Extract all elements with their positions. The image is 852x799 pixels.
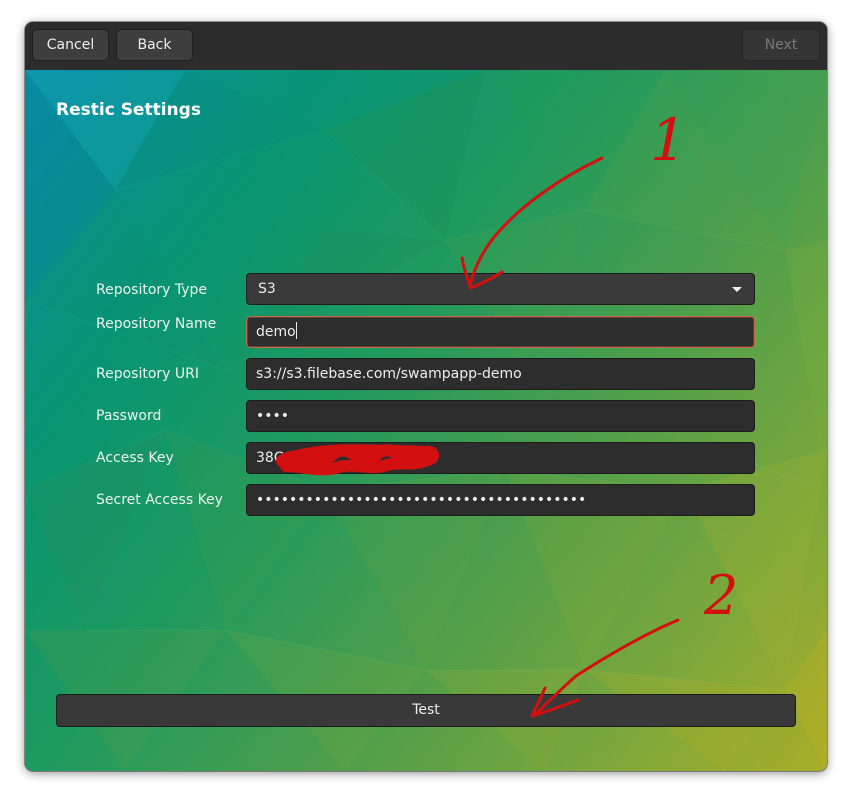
password-label: Password [96, 408, 162, 424]
password-input[interactable]: •••• [246, 400, 755, 432]
repository-uri-input[interactable]: s3://s3.filebase.com/swampapp-demo [246, 358, 755, 390]
secret-access-key-input[interactable]: •••••••••••••••••••••••••••••••••••••••• [246, 484, 755, 516]
settings-panel: Restic Settings Repository Type S3 Repos… [25, 70, 827, 771]
restic-settings-window: Cancel Back Next Restic Settings Reposit… [25, 22, 827, 771]
secret-access-key-value: •••••••••••••••••••••••••••••••••••••••• [256, 492, 587, 508]
repository-name-input[interactable]: demo [246, 316, 755, 348]
header-bar: Cancel Back Next [25, 22, 827, 71]
test-button[interactable]: Test [56, 694, 796, 727]
repository-name-value: demo [256, 324, 296, 340]
repository-uri-label: Repository URI [96, 366, 199, 382]
next-button[interactable]: Next [742, 29, 820, 61]
access-key-value: 38C6 [256, 450, 293, 466]
cancel-button[interactable]: Cancel [32, 29, 109, 61]
text-cursor [295, 322, 297, 339]
access-key-label: Access Key [96, 450, 174, 466]
repository-uri-value: s3://s3.filebase.com/swampapp-demo [256, 366, 522, 382]
back-button[interactable]: Back [116, 29, 193, 61]
chevron-down-icon [732, 287, 742, 292]
secret-access-key-label: Secret Access Key [96, 492, 223, 508]
password-value: •••• [256, 408, 290, 424]
repository-type-dropdown[interactable]: S3 [246, 273, 755, 305]
repository-name-label: Repository Name [96, 316, 217, 332]
repository-type-value: S3 [258, 281, 276, 297]
repository-type-label: Repository Type [96, 282, 208, 298]
access-key-input[interactable]: 38C6 [246, 442, 755, 474]
page-title: Restic Settings [56, 100, 201, 120]
